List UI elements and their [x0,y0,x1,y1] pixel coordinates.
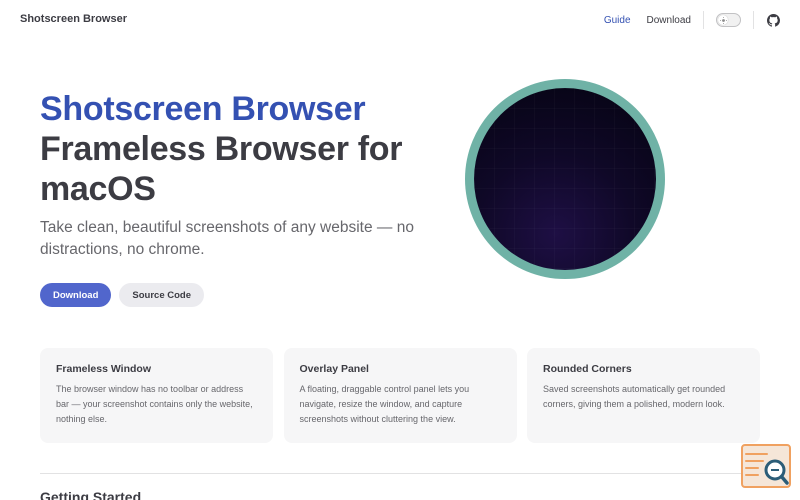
download-button[interactable]: Download [40,283,112,307]
section-divider [40,473,760,474]
feature-title: Frameless Window [56,363,152,375]
feature-details: The browser window has no toolbar or add… [56,384,253,424]
nav-link-download[interactable]: Download [647,15,691,26]
hero-actions: Download Source Code [40,283,204,307]
hero-image [465,79,665,279]
hero-headline: Frameless Browser for macOS [40,130,403,208]
feature-card: Frameless Window The browser window has … [40,348,273,443]
feature-card: Rounded Corners Saved screenshots automa… [527,348,760,443]
appearance-toggle[interactable] [716,13,741,27]
nav-divider [703,11,704,29]
hero-name: Shotscreen Browser [40,90,366,128]
nav-links: Guide Download [588,0,780,40]
sun-icon [718,15,728,25]
section-heading: Getting Started [40,489,142,500]
feature-details: Saved screenshots automatically get roun… [543,384,726,409]
feature-card: Overlay Panel A floating, draggable cont… [283,348,517,443]
hero-image-grid [474,88,656,270]
feature-title: Rounded Corners [543,363,632,375]
github-icon[interactable] [766,13,780,27]
top-nav: Shotscreen Browser Guide Download [0,0,800,40]
hero-tagline: Take clean, beautiful screenshots of any… [40,219,414,258]
magnifier-icon [745,453,789,485]
feature-details: A floating, draggable control panel lets… [299,384,470,424]
search-widget-button[interactable] [741,444,791,488]
features: Frameless Window The browser window has … [40,348,760,443]
source-code-button[interactable]: Source Code [119,283,204,307]
feature-title: Overlay Panel [299,363,369,375]
nav-divider [753,11,754,29]
hero-image-screen [474,88,656,270]
site-title[interactable]: Shotscreen Browser [20,13,127,25]
nav-link-guide[interactable]: Guide [604,15,631,26]
